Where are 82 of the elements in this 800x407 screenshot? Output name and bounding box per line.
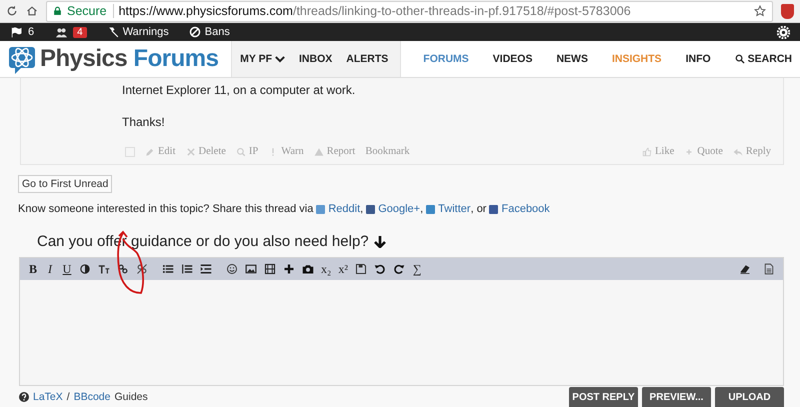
separator-text: , or bbox=[470, 203, 486, 215]
font-size-icon[interactable] bbox=[98, 263, 110, 275]
undo-icon[interactable] bbox=[374, 263, 386, 275]
warnings-link[interactable]: Warnings bbox=[106, 26, 169, 38]
link-icon[interactable] bbox=[117, 263, 129, 275]
smiley-icon[interactable] bbox=[226, 263, 238, 275]
warning-icon bbox=[314, 146, 324, 156]
secure-label: Secure bbox=[67, 4, 114, 18]
account-nav-item[interactable]: MY PF bbox=[240, 53, 286, 65]
arrow-down-icon bbox=[374, 235, 386, 248]
search-icon bbox=[734, 54, 745, 64]
pencil-icon bbox=[145, 146, 155, 156]
separator-text: / bbox=[66, 391, 70, 403]
members-counter[interactable]: 4 bbox=[54, 26, 87, 38]
home-icon[interactable] bbox=[26, 5, 38, 17]
separator-text: , bbox=[360, 203, 364, 215]
flags-counter[interactable]: 6 bbox=[10, 26, 34, 38]
post-text: Internet Explorer 11, on a computer at work. bbox=[122, 82, 356, 98]
chevron-down-icon bbox=[275, 55, 286, 63]
nav-tab[interactable]: INFO bbox=[686, 53, 711, 65]
unlink-icon[interactable] bbox=[136, 263, 148, 275]
guide-link[interactable]: BBcode bbox=[74, 391, 110, 403]
flag-count: 6 bbox=[28, 26, 34, 38]
editor-button[interactable]: PREVIEW... bbox=[642, 387, 711, 407]
share-link[interactable]: Twitter bbox=[426, 203, 471, 215]
reload-icon[interactable] bbox=[6, 5, 18, 17]
contrast-icon[interactable] bbox=[79, 263, 91, 275]
toolbar-button[interactable]: U bbox=[62, 262, 72, 276]
indent-icon[interactable] bbox=[200, 263, 212, 275]
reply-editor[interactable]: B I U x₂ x² ∑ bbox=[19, 257, 784, 386]
thumbs-up-icon bbox=[642, 146, 652, 156]
users-icon bbox=[54, 26, 70, 38]
shield-icon[interactable] bbox=[781, 4, 794, 18]
bullet-list-icon[interactable] bbox=[162, 263, 174, 275]
save-icon[interactable] bbox=[355, 263, 368, 275]
document-icon[interactable] bbox=[763, 263, 775, 275]
account-nav-item[interactable]: INBOX bbox=[299, 53, 332, 65]
image-icon[interactable] bbox=[245, 263, 257, 275]
ban-icon bbox=[188, 26, 201, 38]
toolbar-button[interactable]: x₂ bbox=[321, 262, 332, 276]
film-icon[interactable] bbox=[264, 263, 276, 275]
share-link[interactable]: Reddit bbox=[316, 203, 360, 215]
flag-icon bbox=[10, 26, 24, 38]
eraser-icon[interactable] bbox=[739, 263, 751, 275]
redo-icon[interactable] bbox=[393, 263, 406, 275]
nav-tab[interactable]: SEARCH bbox=[734, 53, 792, 65]
guide-link[interactable]: LaTeX bbox=[33, 391, 63, 403]
separator-text: , bbox=[420, 203, 424, 215]
star-icon[interactable] bbox=[754, 5, 766, 17]
bans-link[interactable]: Bans bbox=[188, 26, 230, 38]
account-nav-item[interactable]: ALERTS bbox=[346, 53, 388, 65]
post-text: Thanks! bbox=[122, 114, 166, 130]
numbered-list-icon[interactable] bbox=[181, 263, 193, 275]
help-icon bbox=[19, 392, 29, 402]
lock-icon bbox=[53, 6, 62, 16]
cross-icon bbox=[186, 146, 196, 156]
plus-icon bbox=[684, 146, 694, 156]
first-unread-button[interactable]: Go to First Unread bbox=[18, 175, 112, 193]
guides-text: Guides bbox=[114, 391, 148, 403]
toolbar-button[interactable]: B bbox=[28, 262, 38, 276]
share-link[interactable]: Google+ bbox=[366, 203, 420, 215]
share-text: Know someone interested in this topic? Share this thread via bbox=[18, 203, 314, 215]
toolbar-button[interactable]: ∑ bbox=[412, 262, 422, 276]
search-icon bbox=[236, 146, 246, 156]
nav-tab[interactable]: VIDEOS bbox=[492, 53, 532, 65]
select-checkbox[interactable] bbox=[125, 146, 135, 156]
nav-tab[interactable]: FORUMS bbox=[423, 53, 469, 65]
nav-tab[interactable]: NEWS bbox=[556, 53, 588, 65]
hammer-icon bbox=[106, 26, 119, 38]
count-badge: 4 bbox=[73, 26, 87, 38]
camera-icon[interactable] bbox=[302, 263, 314, 275]
toolbar-button[interactable]: x² bbox=[338, 262, 348, 276]
toolbar-button[interactable]: I bbox=[45, 262, 55, 276]
editor-button[interactable]: UPLOAD bbox=[715, 387, 784, 407]
reply-icon bbox=[732, 146, 743, 156]
plus-icon[interactable] bbox=[283, 263, 295, 275]
share-link[interactable]: Facebook bbox=[489, 203, 550, 215]
settings-icon[interactable] bbox=[777, 26, 790, 38]
address-bar[interactable]: Secure https://www.physicsforums.com/threads/linking-to-other-threads-in-pf.917518/#post-5783006 bbox=[46, 0, 773, 22]
url-text: https://www.physicsforums.com/threads/linking-to-other-threads-in-pf.917518/#post-5783006 bbox=[118, 4, 632, 18]
editor-button[interactable]: POST REPLY bbox=[569, 387, 638, 407]
site-logo-text[interactable]: Physics Forums bbox=[40, 45, 218, 73]
